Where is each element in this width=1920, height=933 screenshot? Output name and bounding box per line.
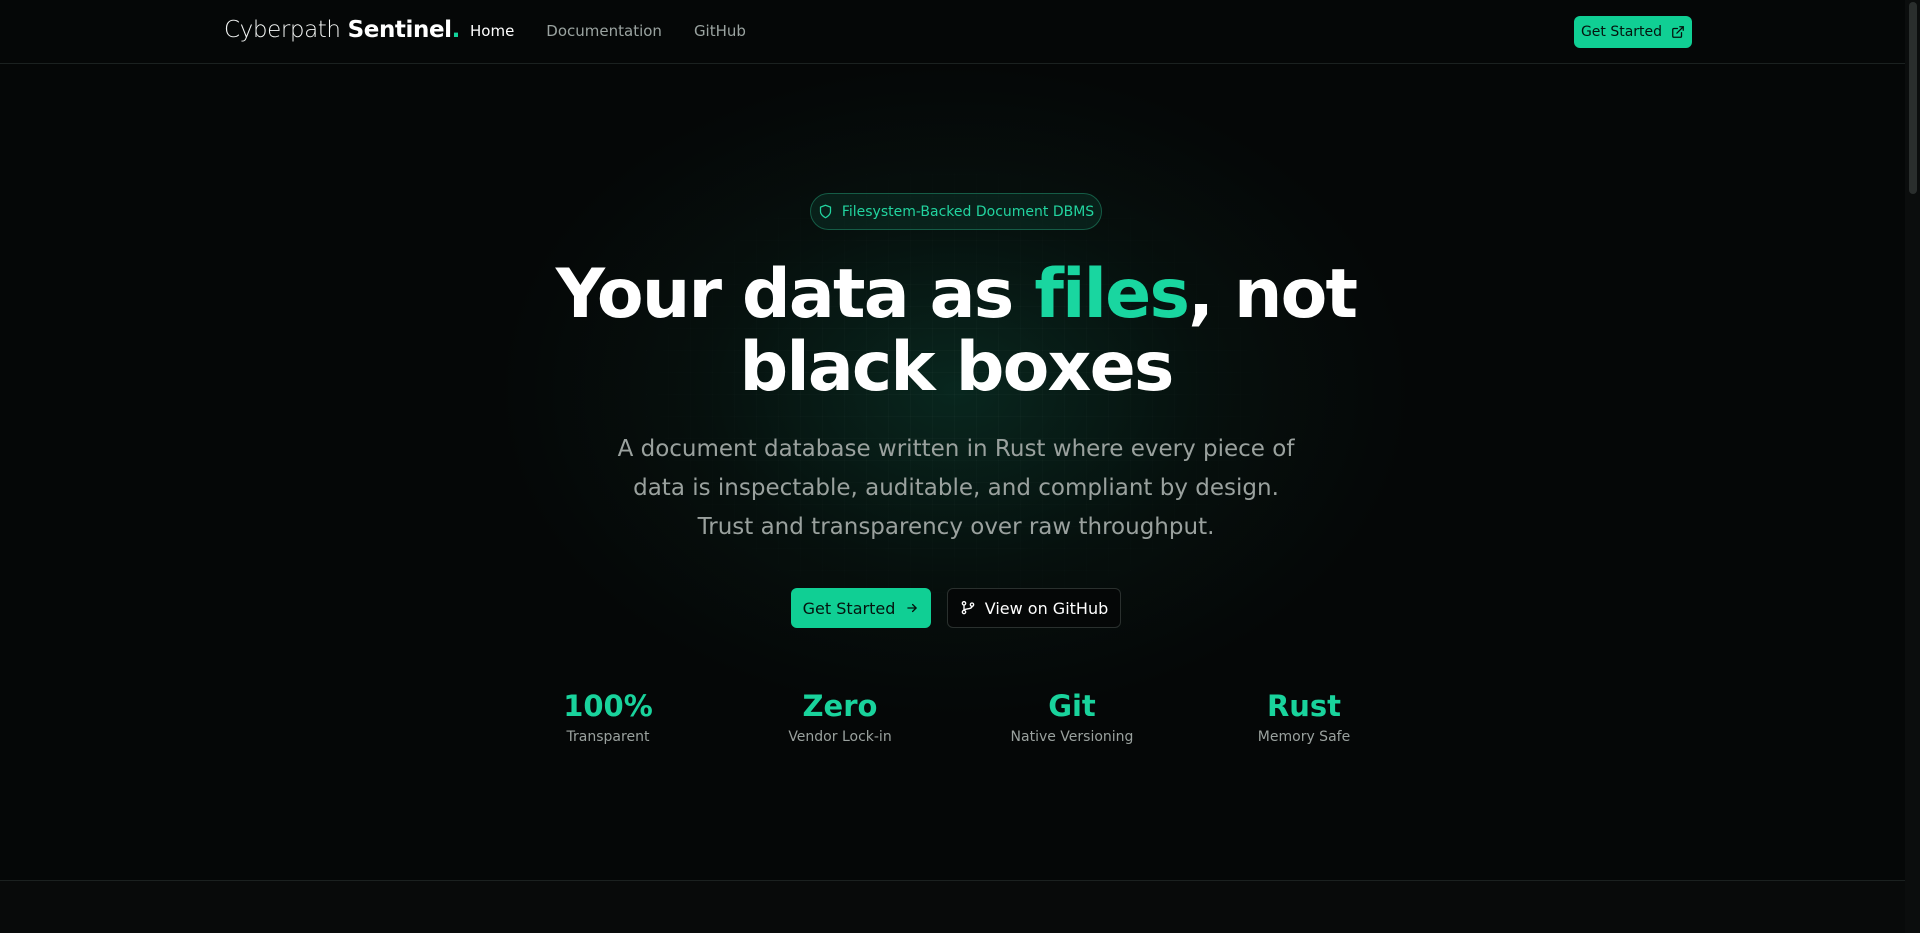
stat-label: Memory Safe <box>1257 729 1351 745</box>
nav-documentation[interactable]: Documentation <box>546 21 662 41</box>
site-header: Cyberpath Sentinel. Home Documentation G… <box>0 0 1905 64</box>
scrollbar-thumb[interactable] <box>1909 2 1917 194</box>
header-get-started-label: Get Started <box>1580 24 1663 40</box>
stat-label: Transparent <box>566 729 650 745</box>
arrow-right-icon <box>907 603 918 613</box>
brand-name-light: Cyberpath <box>224 17 341 43</box>
get-started-button[interactable]: Get Started <box>791 588 931 628</box>
shield-icon <box>819 204 831 219</box>
headline-highlight: files <box>1034 255 1190 334</box>
hero-badge: Filesystem-Backed Document DBMS <box>810 193 1102 230</box>
brand-name-bold: Sentinel. <box>347 17 461 43</box>
stat-label: Vendor Lock-in <box>788 729 892 745</box>
stat-label: Native Versioning <box>1010 729 1134 745</box>
stat-value: Git <box>1048 689 1096 723</box>
main-nav: Home Documentation GitHub <box>470 21 746 41</box>
stat-memory-safe: Rust Memory Safe <box>1199 688 1409 747</box>
stat-value: Zero <box>802 689 878 723</box>
stat-value: 100% <box>563 689 653 723</box>
hero-subtitle: A document database written in Rust wher… <box>617 436 1295 540</box>
brand-logo[interactable]: Cyberpath Sentinel. <box>224 15 460 45</box>
stat-transparent: 100% Transparent <box>503 688 713 747</box>
nav-github[interactable]: GitHub <box>694 21 746 41</box>
external-link-icon <box>1672 26 1684 38</box>
brand-dot: . <box>451 17 461 43</box>
stat-vendor-lock-in: Zero Vendor Lock-in <box>735 688 945 747</box>
git-branch-icon <box>961 601 975 615</box>
nav-home[interactable]: Home <box>470 21 514 41</box>
header-get-started-button[interactable]: Get Started <box>1574 16 1692 48</box>
view-on-github-label: View on GitHub <box>984 598 1109 618</box>
page: Cyberpath Sentinel. Home Documentation G… <box>0 0 1920 933</box>
stat-value: Rust <box>1266 689 1342 723</box>
get-started-label: Get Started <box>802 598 896 618</box>
page-scrollbar[interactable] <box>1905 0 1920 933</box>
next-section <box>0 880 1905 933</box>
view-on-github-button[interactable]: View on GitHub <box>947 588 1121 628</box>
stat-native-versioning: Git Native Versioning <box>967 688 1177 747</box>
hero-headline: Your data as files, not black boxes <box>555 255 1358 407</box>
hero-badge-label: Filesystem-Backed Document DBMS <box>841 203 1095 220</box>
